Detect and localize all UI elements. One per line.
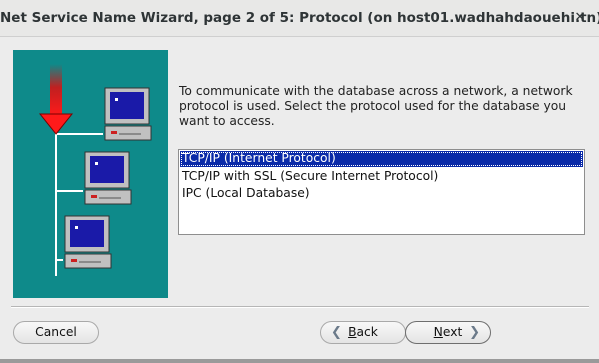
protocol-option-ipc[interactable]: IPC (Local Database): [180, 186, 583, 202]
network-computer-icon: [84, 151, 132, 205]
title-bar: Net Service Name Wizard, page 2 of 5: Pr…: [0, 0, 599, 37]
back-button-label: Back: [348, 325, 378, 339]
cancel-button[interactable]: Cancel: [13, 321, 99, 344]
back-mnemonic: B: [348, 325, 357, 339]
button-separator: [11, 306, 589, 308]
protocol-description: To communicate with the database across …: [179, 84, 573, 128]
back-label-rest: ack: [356, 325, 378, 339]
close-icon[interactable]: ✕: [571, 9, 589, 27]
chevron-right-icon: ❯: [469, 325, 480, 340]
network-illustration: [13, 50, 168, 298]
protocol-option-tcpip[interactable]: TCP/IP (Internet Protocol): [180, 151, 583, 167]
next-label-rest: ext: [442, 325, 463, 339]
protocol-listbox[interactable]: TCP/IP (Internet Protocol) TCP/IP with S…: [178, 149, 585, 235]
window-title: Net Service Name Wizard, page 2 of 5: Pr…: [0, 10, 599, 26]
down-arrow-icon: [38, 64, 74, 135]
next-button-label: Next: [434, 325, 463, 339]
protocol-option-tcpip-ssl[interactable]: TCP/IP with SSL (Secure Internet Protoco…: [180, 169, 583, 185]
network-computer-icon: [104, 87, 152, 141]
network-diagram: [38, 64, 152, 276]
next-button[interactable]: Next ❯: [405, 321, 491, 344]
network-computer-icon: [64, 215, 112, 269]
next-mnemonic: N: [433, 325, 443, 339]
back-button[interactable]: ❮ Back: [320, 321, 406, 344]
window-bottom-edge: [0, 359, 599, 363]
chevron-left-icon: ❮: [331, 325, 342, 340]
